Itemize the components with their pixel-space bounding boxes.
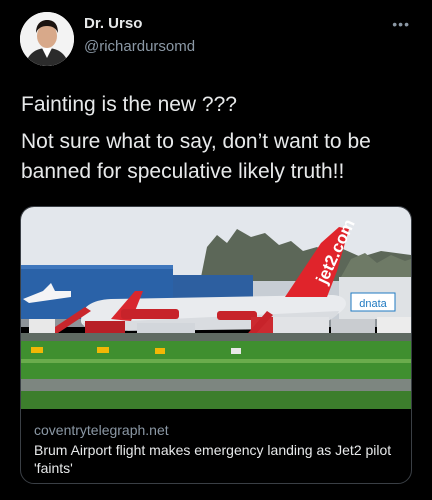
link-card[interactable]: dnata jet2.com coventrytelegraph.net Bru…	[20, 206, 412, 484]
tweet-text: Fainting is the new ??? Not sure what to…	[21, 90, 421, 194]
more-horizontal-icon[interactable]: •••	[392, 16, 410, 32]
link-card-image: dnata jet2.com	[21, 207, 411, 409]
hangar-sign: dnata	[359, 298, 387, 310]
avatar-photo	[20, 12, 74, 66]
tweet-line: Fainting is the new ???	[21, 93, 237, 116]
avatar[interactable]	[20, 12, 74, 66]
user-handle[interactable]: @richardursomd	[84, 38, 195, 55]
link-card-domain[interactable]: coventrytelegraph.net	[34, 422, 169, 438]
tweet-line: Not sure what to say, don’t want to be b…	[21, 130, 371, 183]
link-card-title[interactable]: Brum Airport flight makes emergency land…	[34, 441, 394, 477]
display-name[interactable]: Dr. Urso	[84, 15, 142, 32]
tweet: Dr. Urso @richardursomd ••• Fainting is …	[0, 0, 432, 500]
